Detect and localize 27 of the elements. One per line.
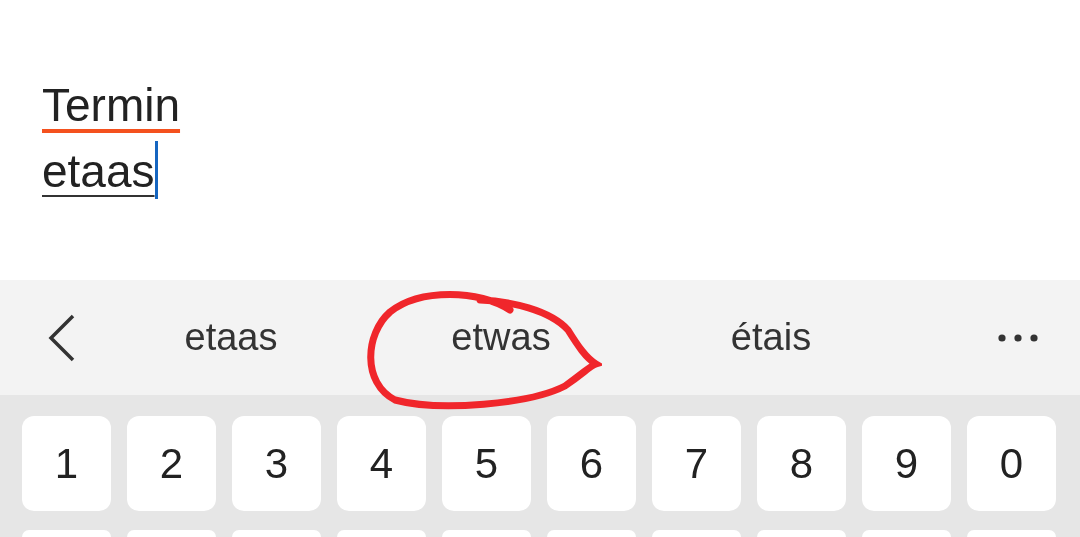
key[interactable] [862,530,951,537]
more-icon[interactable] [998,334,1038,343]
key[interactable] [232,530,321,537]
key[interactable] [547,530,636,537]
number-key[interactable]: 6 [547,416,636,511]
key[interactable] [967,530,1056,537]
suggestion[interactable]: etwas [366,309,636,366]
misspelled-word: Termin [42,78,181,133]
suggestion[interactable]: étais [636,309,906,366]
key[interactable] [442,530,531,537]
key[interactable] [337,530,426,537]
number-key[interactable]: 7 [652,416,741,511]
key[interactable] [757,530,846,537]
number-key[interactable]: 5 [442,416,531,511]
number-key[interactable]: 3 [232,416,321,511]
number-key[interactable]: 8 [757,416,846,511]
key[interactable] [652,530,741,537]
number-key[interactable]: 4 [337,416,426,511]
key[interactable] [22,530,111,537]
number-key[interactable]: 9 [862,416,951,511]
composing-word: etaas [42,144,155,199]
back-chevron-icon[interactable] [46,312,76,363]
number-key[interactable]: 2 [127,416,216,511]
number-key[interactable]: 0 [967,416,1056,511]
number-key[interactable]: 1 [22,416,111,511]
suggestion[interactable]: etaas [96,309,366,366]
key[interactable] [127,530,216,537]
